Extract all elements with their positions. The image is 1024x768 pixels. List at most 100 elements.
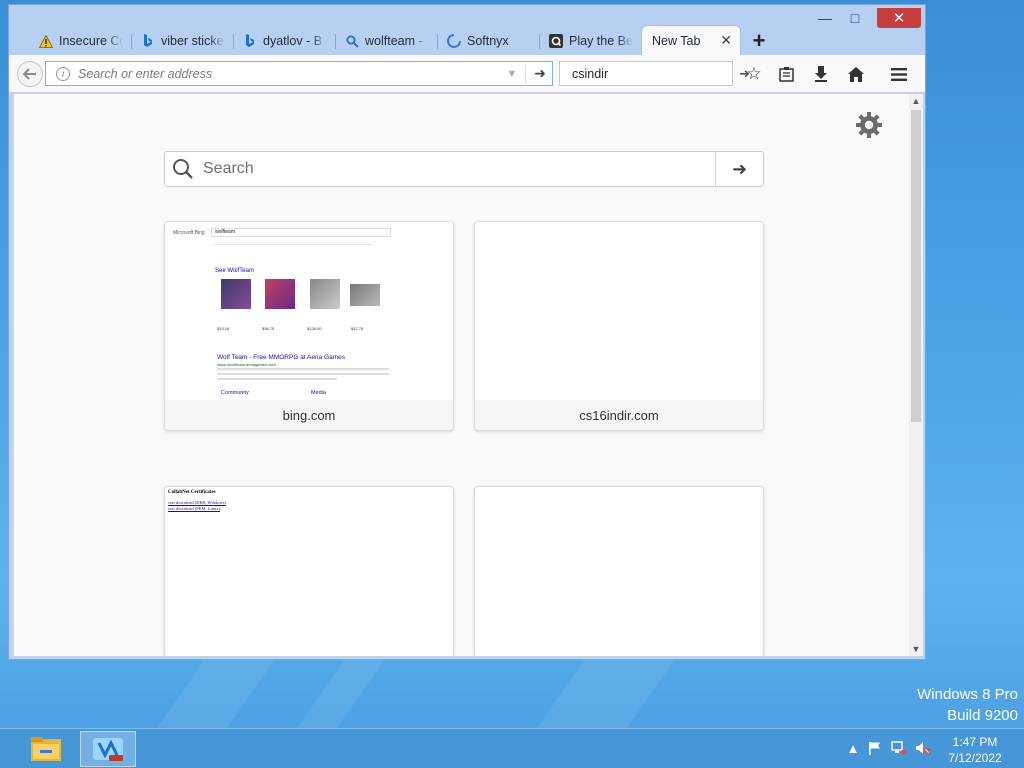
clock-time: 1:47 PM bbox=[952, 735, 998, 749]
vertical-scrollbar[interactable]: ▲ ▼ bbox=[909, 94, 923, 656]
system-clock[interactable]: 1:47 PM 7/12/2022 bbox=[940, 734, 1010, 766]
thumb-link: Media bbox=[311, 390, 326, 396]
tile-label: bing.com bbox=[165, 400, 453, 430]
tab-strip: Insecure Co viber sticke dyatlov - B wol… bbox=[29, 25, 773, 55]
search-bar[interactable]: ➜ bbox=[559, 61, 750, 86]
tab-label: dyatlov - B bbox=[263, 34, 323, 48]
bing-icon bbox=[141, 34, 155, 48]
tab-label: wolfteam - bbox=[365, 34, 423, 48]
tab-label: New Tab bbox=[652, 33, 701, 48]
show-hidden-icons[interactable]: ▲ bbox=[844, 739, 862, 757]
network-icon[interactable] bbox=[890, 739, 908, 757]
info-icon[interactable]: i bbox=[56, 66, 70, 81]
tab-label: viber sticke bbox=[161, 34, 224, 48]
volume-muted-icon[interactable] bbox=[914, 739, 932, 757]
tab-viber[interactable]: viber sticke bbox=[131, 27, 233, 55]
thumb-divider bbox=[213, 244, 373, 245]
top-site-tile-cs16indir[interactable]: cs16indir.com bbox=[474, 221, 764, 431]
back-button[interactable] bbox=[17, 61, 43, 87]
watermark-build: Build 9200 bbox=[947, 707, 1018, 724]
thumb-cert-link: cert download (PEM, Linux) bbox=[168, 506, 220, 511]
reading-list-icon[interactable] bbox=[775, 63, 797, 85]
thumb-product-image bbox=[221, 279, 251, 309]
site-thumbnail bbox=[475, 487, 763, 656]
thumb-query: wolfteam bbox=[211, 228, 391, 237]
windows-watermark: Windows 8 Pro Build 9200 bbox=[917, 684, 1018, 726]
watermark-edition: Windows 8 Pro bbox=[917, 686, 1018, 703]
wallpaper-streak bbox=[295, 660, 385, 730]
browser-window: — □ ✕ Insecure Co viber sticke dyatlov - bbox=[8, 4, 926, 660]
divider bbox=[525, 64, 527, 83]
home-icon[interactable] bbox=[845, 63, 867, 85]
address-bar[interactable]: i ▼ ➜ bbox=[45, 61, 553, 86]
newtab-search-input[interactable] bbox=[195, 160, 715, 178]
back-arrow-icon bbox=[23, 68, 36, 80]
clock-date: 7/12/2022 bbox=[948, 751, 1002, 765]
maximize-button[interactable]: □ bbox=[841, 8, 869, 28]
scroll-thumb[interactable] bbox=[911, 110, 921, 422]
close-tab-icon[interactable]: ✕ bbox=[720, 32, 732, 49]
minimize-button[interactable]: — bbox=[811, 8, 839, 28]
browser-app-icon bbox=[93, 738, 123, 761]
search-input[interactable] bbox=[572, 66, 733, 81]
thumb-text-line bbox=[217, 368, 389, 370]
search-icon bbox=[345, 34, 359, 48]
tab-dyatlov[interactable]: dyatlov - B bbox=[233, 27, 335, 55]
scroll-up-icon[interactable]: ▲ bbox=[909, 94, 923, 108]
taskbar: ▲ 1:47 PM 7/12/2022 bbox=[0, 728, 1024, 768]
search-icon bbox=[173, 159, 193, 179]
thumb-price: $128.00 bbox=[307, 326, 322, 331]
thumb-price: $33.16 bbox=[217, 326, 230, 331]
newtab-search-submit[interactable]: ➜ bbox=[715, 152, 763, 186]
thumb-brand: Microsoft Bing bbox=[173, 230, 205, 236]
action-center-flag-icon[interactable] bbox=[866, 739, 884, 757]
tab-label: Play the Be bbox=[569, 34, 633, 48]
warning-icon bbox=[39, 34, 53, 48]
thumb-result-url: https://wolfteam.aeriagames.com bbox=[217, 362, 276, 367]
tab-new-tab[interactable]: New Tab ✕ bbox=[641, 25, 741, 55]
wallpaper-streak bbox=[155, 660, 275, 730]
tile-label: cs16indir.com bbox=[475, 400, 763, 430]
thumb-product-image bbox=[310, 279, 340, 309]
thumb-cert-link: cert download (DER, Windows) bbox=[168, 500, 226, 505]
top-site-tile-blank[interactable] bbox=[474, 486, 764, 656]
tab-play[interactable]: Play the Be bbox=[539, 27, 641, 55]
thumb-product-image bbox=[265, 279, 295, 309]
new-tab-page: ➜ Microsoft Bing wolfteam See WolfTeam $… bbox=[13, 94, 909, 656]
thumb-text-line bbox=[217, 373, 389, 375]
settings-gear-icon[interactable] bbox=[854, 110, 884, 140]
downloads-icon[interactable] bbox=[810, 63, 832, 85]
thumb-result-title: Wolf Team - Free MMORPG at Aeria Games bbox=[217, 354, 345, 361]
address-input[interactable] bbox=[78, 66, 499, 81]
top-site-tile-certificates[interactable]: CollabNet Certificates cert download (DE… bbox=[164, 486, 454, 656]
menu-hamburger-icon[interactable] bbox=[888, 63, 910, 85]
navigation-toolbar: i ▼ ➜ ➜ ☆ bbox=[9, 55, 925, 93]
title-bar: — □ ✕ Insecure Co viber sticke dyatlov - bbox=[9, 5, 925, 55]
thumb-product-image bbox=[350, 284, 380, 306]
browser-taskbar-button[interactable] bbox=[80, 731, 136, 767]
tab-insecure[interactable]: Insecure Co bbox=[29, 27, 131, 55]
thumb-section: See WolfTeam bbox=[215, 268, 254, 274]
scroll-down-icon[interactable]: ▼ bbox=[909, 642, 923, 656]
tab-label: Insecure Co bbox=[59, 34, 123, 48]
top-site-tile-bing[interactable]: Microsoft Bing wolfteam See WolfTeam $33… bbox=[164, 221, 454, 431]
thumb-text-line bbox=[217, 378, 337, 380]
thumb-link: Community bbox=[221, 390, 249, 396]
site-thumbnail: Microsoft Bing wolfteam See WolfTeam $33… bbox=[165, 222, 453, 400]
dropdown-arrow-icon[interactable]: ▼ bbox=[506, 68, 517, 80]
site-thumbnail: CollabNet Certificates cert download (DE… bbox=[165, 487, 453, 656]
close-window-button[interactable]: ✕ bbox=[877, 8, 921, 28]
new-tab-button[interactable]: + bbox=[745, 27, 773, 55]
game-icon bbox=[549, 34, 563, 48]
bookmark-star-icon[interactable]: ☆ bbox=[743, 63, 765, 85]
go-arrow-icon[interactable]: ➜ bbox=[534, 65, 546, 82]
thumb-price: $36.75 bbox=[262, 326, 275, 331]
loading-icon bbox=[447, 34, 461, 48]
thumb-cert-title: CollabNet Certificates bbox=[168, 490, 216, 495]
tab-softnyx[interactable]: Softnyx bbox=[437, 27, 539, 55]
file-explorer-taskbar-button[interactable] bbox=[18, 731, 74, 767]
thumb-price: $42.78 bbox=[351, 326, 364, 331]
tab-wolfteam[interactable]: wolfteam - bbox=[335, 27, 437, 55]
newtab-search-box[interactable]: ➜ bbox=[164, 151, 764, 187]
site-thumbnail bbox=[475, 222, 763, 400]
